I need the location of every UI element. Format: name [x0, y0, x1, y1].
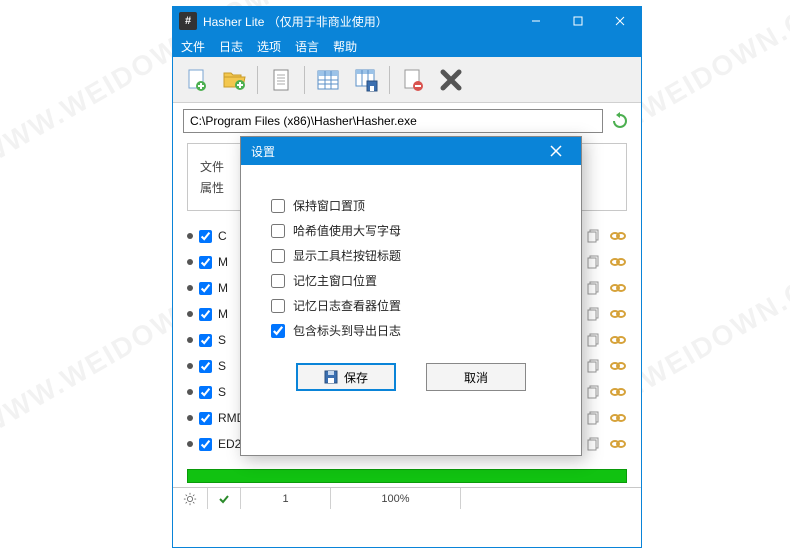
toolbar-separator	[389, 66, 390, 94]
bullet-icon	[187, 259, 193, 265]
toolbar-separator	[257, 66, 258, 94]
dialog-close-button[interactable]	[541, 137, 571, 165]
copy-icon[interactable]	[585, 253, 603, 271]
copy-icon[interactable]	[585, 435, 603, 453]
link-icon[interactable]	[609, 305, 627, 323]
progress-bar	[187, 469, 627, 483]
cancel-button-label: 取消	[464, 369, 488, 386]
bullet-icon	[187, 285, 193, 291]
table-save-icon[interactable]	[349, 63, 383, 97]
link-icon[interactable]	[609, 435, 627, 453]
copy-icon[interactable]	[585, 305, 603, 323]
path-row	[173, 103, 641, 139]
status-count: 1	[241, 488, 331, 509]
hash-checkbox[interactable]	[199, 438, 212, 451]
hash-checkbox[interactable]	[199, 360, 212, 373]
link-icon[interactable]	[609, 409, 627, 427]
dialog-title: 设置	[251, 143, 275, 160]
hash-checkbox[interactable]	[199, 256, 212, 269]
settings-option[interactable]: 保持窗口置顶	[271, 197, 551, 214]
path-input[interactable]	[183, 109, 603, 133]
option-label: 保持窗口置顶	[293, 197, 365, 214]
check-icon	[218, 493, 230, 505]
attr-label: 属性	[200, 181, 224, 195]
toolbar	[173, 57, 641, 103]
menubar: 文件 日志 选项 语言 帮助	[173, 35, 641, 57]
option-checkbox[interactable]	[271, 199, 285, 213]
link-icon[interactable]	[609, 331, 627, 349]
table-icon[interactable]	[311, 63, 345, 97]
dialog-body: 保持窗口置顶哈希值使用大写字母显示工具栏按钮标题记忆主窗口位置记忆日志查看器位置…	[241, 165, 581, 409]
hash-checkbox[interactable]	[199, 282, 212, 295]
option-checkbox[interactable]	[271, 324, 285, 338]
settings-option[interactable]: 记忆日志查看器位置	[271, 297, 551, 314]
bullet-icon	[187, 337, 193, 343]
hash-checkbox[interactable]	[199, 308, 212, 321]
settings-option[interactable]: 哈希值使用大写字母	[271, 222, 551, 239]
option-checkbox[interactable]	[271, 274, 285, 288]
link-icon[interactable]	[609, 383, 627, 401]
copy-icon[interactable]	[585, 227, 603, 245]
toolbar-separator	[304, 66, 305, 94]
hash-checkbox[interactable]	[199, 230, 212, 243]
link-icon[interactable]	[609, 357, 627, 375]
open-folder-icon[interactable]	[217, 63, 251, 97]
maximize-button[interactable]	[557, 7, 599, 35]
app-icon: #	[179, 12, 197, 30]
bullet-icon	[187, 311, 193, 317]
copy-icon[interactable]	[585, 383, 603, 401]
status-percent: 100%	[331, 488, 461, 509]
window-title: Hasher Lite （仅用于非商业使用）	[203, 13, 515, 30]
save-icon	[324, 370, 338, 384]
menu-language[interactable]: 语言	[295, 38, 319, 55]
bullet-icon	[187, 415, 193, 421]
minimize-button[interactable]	[515, 7, 557, 35]
link-icon[interactable]	[609, 227, 627, 245]
gear-icon[interactable]	[183, 492, 197, 506]
save-button-label: 保存	[344, 369, 368, 386]
link-icon[interactable]	[609, 279, 627, 297]
option-label: 哈希值使用大写字母	[293, 222, 401, 239]
link-icon[interactable]	[609, 253, 627, 271]
bullet-icon	[187, 233, 193, 239]
option-label: 显示工具栏按钮标题	[293, 247, 401, 264]
hash-checkbox[interactable]	[199, 386, 212, 399]
close-button[interactable]	[599, 7, 641, 35]
option-label: 包含标头到导出日志	[293, 322, 401, 339]
dialog-titlebar: 设置	[241, 137, 581, 165]
settings-option[interactable]: 包含标头到导出日志	[271, 322, 551, 339]
file-label: 文件	[200, 160, 224, 174]
bullet-icon	[187, 389, 193, 395]
menu-options[interactable]: 选项	[257, 38, 281, 55]
option-checkbox[interactable]	[271, 299, 285, 313]
document-icon[interactable]	[264, 63, 298, 97]
cancel-icon[interactable]	[434, 63, 468, 97]
hash-checkbox[interactable]	[199, 412, 212, 425]
copy-icon[interactable]	[585, 279, 603, 297]
titlebar: # Hasher Lite （仅用于非商业使用）	[173, 7, 641, 35]
copy-icon[interactable]	[585, 357, 603, 375]
settings-option[interactable]: 显示工具栏按钮标题	[271, 247, 551, 264]
menu-file[interactable]: 文件	[181, 38, 205, 55]
menu-log[interactable]: 日志	[219, 38, 243, 55]
new-file-icon[interactable]	[179, 63, 213, 97]
settings-option[interactable]: 记忆主窗口位置	[271, 272, 551, 289]
copy-icon[interactable]	[585, 331, 603, 349]
option-checkbox[interactable]	[271, 224, 285, 238]
refresh-icon[interactable]	[609, 110, 631, 132]
remove-icon[interactable]	[396, 63, 430, 97]
menu-help[interactable]: 帮助	[333, 38, 357, 55]
bullet-icon	[187, 441, 193, 447]
option-checkbox[interactable]	[271, 249, 285, 263]
option-label: 记忆日志查看器位置	[293, 297, 401, 314]
bullet-icon	[187, 363, 193, 369]
statusbar: 1 100%	[173, 487, 641, 509]
settings-dialog: 设置 保持窗口置顶哈希值使用大写字母显示工具栏按钮标题记忆主窗口位置记忆日志查看…	[240, 136, 582, 456]
hash-checkbox[interactable]	[199, 334, 212, 347]
save-button[interactable]: 保存	[296, 363, 396, 391]
copy-icon[interactable]	[585, 409, 603, 427]
cancel-button[interactable]: 取消	[426, 363, 526, 391]
option-label: 记忆主窗口位置	[293, 272, 377, 289]
